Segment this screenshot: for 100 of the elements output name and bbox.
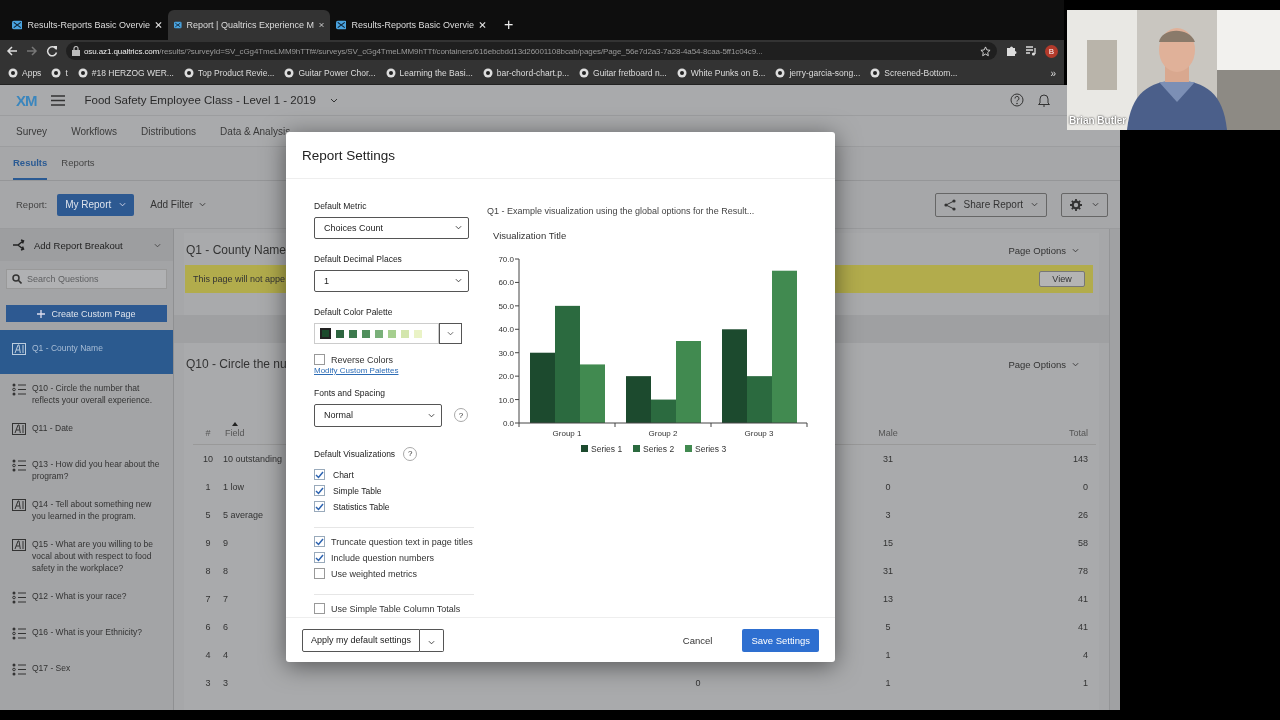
settings-button[interactable] <box>1061 192 1108 217</box>
caret-icon <box>199 202 207 207</box>
question-item[interactable]: Q15 - What are you willing to be vocal about with respect to food safety in the workplace? <box>0 530 173 582</box>
question-item[interactable]: Q16 - What is your Ethnicity? <box>0 618 173 654</box>
report-dropdown[interactable]: My Report <box>57 193 135 216</box>
menu-icon[interactable] <box>50 94 65 106</box>
media-icon[interactable] <box>1025 45 1037 57</box>
gear-icon <box>1070 198 1082 211</box>
caret-icon <box>1031 202 1038 207</box>
project-title[interactable]: Food Safety Employee Class - Level 1 - 2019 <box>84 94 316 106</box>
page-options-button[interactable]: Page Options <box>1002 357 1085 371</box>
nav-tab[interactable]: Workflows <box>71 125 118 137</box>
decimal-places-dropdown[interactable]: 1 <box>314 269 469 292</box>
profile-avatar[interactable]: B <box>1045 44 1058 58</box>
metric-dropdown[interactable]: Choices Count <box>314 217 469 239</box>
reload-icon[interactable] <box>46 45 58 57</box>
bookmark[interactable]: Guitar Power Chor... <box>284 68 376 78</box>
apply-defaults-button[interactable]: Apply my default settings <box>302 628 421 652</box>
checkbox[interactable] <box>314 552 325 564</box>
cancel-button[interactable]: Cancel <box>676 633 719 647</box>
browser-tab[interactable]: Report | Qualtrics Experience M <box>168 10 330 40</box>
preview-caption: Q1 - Example visualization using the global options for the Result... <box>487 206 756 216</box>
save-settings-button[interactable]: Save Settings <box>742 628 819 652</box>
list-icon <box>12 627 26 640</box>
question-item[interactable]: Q13 - How did you hear about the program? <box>0 450 173 490</box>
create-custom-page-button[interactable]: Create Custom Page <box>6 305 167 322</box>
legend-label: Series 1 <box>591 444 623 454</box>
nav-tab[interactable]: Data & Analysis <box>220 125 291 137</box>
checkbox[interactable] <box>314 568 325 580</box>
nav-tab[interactable]: Distributions <box>141 125 197 137</box>
bookmark[interactable]: Top Product Revie... <box>183 68 275 78</box>
list-icon <box>12 663 26 676</box>
caret-icon <box>455 225 462 231</box>
question-item[interactable]: Q14 - Tell about something new you learned in the program. <box>0 490 173 530</box>
caret-icon <box>1092 202 1099 207</box>
table-cell: 31 <box>883 566 893 576</box>
question-item[interactable]: Q10 - Circle the number that reflects your overall experience. <box>0 374 173 414</box>
field-label: Default Decimal Places <box>314 253 403 264</box>
table-cell: 0 <box>885 482 891 492</box>
puzzle-icon[interactable] <box>1005 45 1017 57</box>
question-item[interactable]: Q11 - Date <box>0 414 173 450</box>
bookmark[interactable]: Apps <box>8 68 42 78</box>
nav-tab[interactable]: Survey <box>16 125 48 137</box>
address-bar[interactable]: osu.az1.qualtrics.com/results/?surveyId=SV_cGg4TmeLMM9hTTf#/surveys/SV_cGg4TmeLMM9hTTf/containers/616ebcbdd13d26001108bcab/pages/Page_56e7d2a3-7a28-4a54-8caa-5ff1c04c9... <box>66 42 997 60</box>
question-item[interactable]: Q12 - What is your race? <box>0 582 173 618</box>
bookmark[interactable]: t <box>51 68 68 78</box>
checkbox[interactable] <box>314 501 325 513</box>
close-icon[interactable] <box>479 21 486 29</box>
new-tab-button[interactable]: + <box>504 16 514 34</box>
favicon-icon <box>12 20 23 30</box>
close-icon[interactable] <box>155 21 162 29</box>
text-field-icon <box>12 343 26 355</box>
bookmark[interactable]: Guitar fretboard n... <box>579 68 667 78</box>
table-cell: 13 <box>883 594 893 604</box>
field-label: Default Metric <box>314 201 368 211</box>
fonts-dropdown[interactable]: Normal <box>314 403 442 427</box>
help-icon[interactable] <box>1010 93 1024 107</box>
y-tick-label: 0.0 <box>502 419 514 428</box>
bookmark[interactable]: bar-chord-chart.p... <box>482 68 570 78</box>
more-bookmarks-button[interactable]: » <box>1050 67 1056 79</box>
view-button[interactable]: View <box>1039 271 1085 287</box>
browser-tab[interactable]: Results-Reports Basic Overvie <box>6 10 168 40</box>
checkbox[interactable] <box>314 354 325 365</box>
bell-icon[interactable] <box>1038 93 1050 107</box>
bookmark[interactable]: jerry-garcia-song... <box>775 68 861 78</box>
y-tick-label: 30.0 <box>498 348 514 358</box>
star-icon[interactable] <box>980 45 991 57</box>
question-item[interactable]: Q17 - Sex <box>0 654 173 690</box>
close-icon[interactable] <box>318 21 324 29</box>
checkbox[interactable] <box>314 603 325 615</box>
dropdown-button[interactable] <box>420 628 445 652</box>
subtab[interactable]: Reports <box>61 147 95 180</box>
checkbox[interactable] <box>314 536 325 548</box>
caret-icon[interactable] <box>329 97 338 103</box>
table-cell: 5 <box>885 622 891 632</box>
add-report-breakout-button[interactable]: Add Report Breakout <box>0 229 173 261</box>
add-filter-button[interactable]: Add Filter <box>144 199 213 210</box>
table-cell: 3 <box>223 678 228 688</box>
search-field[interactable]: Search Questions <box>6 269 167 289</box>
bookmark[interactable]: Screened-Bottom... <box>870 68 958 78</box>
text-field-icon <box>12 499 26 511</box>
checkbox-label: Use weighted metrics <box>331 568 418 579</box>
browser-tab[interactable]: Results-Reports Basic Overvie <box>330 10 492 40</box>
palette-dropdown-button[interactable] <box>439 322 462 345</box>
page-options-button[interactable]: Page Options <box>1002 243 1085 257</box>
bookmark[interactable]: White Punks on B... <box>676 68 766 78</box>
bookmark[interactable]: #18 HERZOG WER... <box>77 68 174 78</box>
question-item[interactable]: Q1 - County Name <box>0 330 173 374</box>
scrollbar[interactable] <box>1109 229 1120 710</box>
forward-icon[interactable] <box>26 45 38 57</box>
checkbox[interactable] <box>314 485 325 497</box>
column-header[interactable]: Field <box>225 428 245 438</box>
back-icon[interactable] <box>6 45 18 57</box>
bookmark[interactable]: Learning the Basi... <box>385 68 473 78</box>
url-text: osu.az1.qualtrics.com/results/?surveyId=SV_cGg4TmeLMM9hTTf#/surveys/SV_cGg4TmeLMM9hTTf/containers/616ebcbdd13d26001108bcab/pages/Page_56e7d2a3-7a28-4a54-8caa-5ff1c04c9... <box>84 46 764 56</box>
notice-text: This page will not appe <box>193 274 286 284</box>
checkbox[interactable] <box>314 469 325 481</box>
share-report-button[interactable]: Share Report <box>934 192 1047 217</box>
palette-picker[interactable] <box>314 322 439 345</box>
modify-palettes-link[interactable]: Modify Custom Palettes <box>314 365 474 375</box>
